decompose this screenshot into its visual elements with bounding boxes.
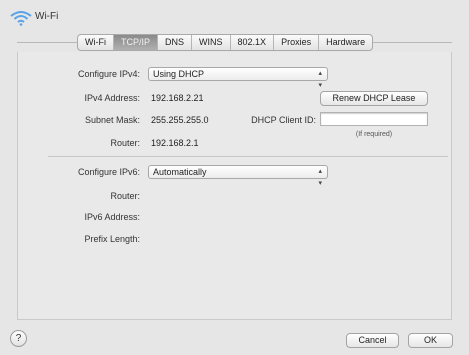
popup-arrows-icon: ▴ ▾	[318, 168, 322, 187]
network-advanced-sheet: Wi-Fi Wi-Fi TCP/IP DNS WINS 802.1X Proxi…	[0, 0, 469, 355]
configure-ipv6-popup[interactable]: Automatically ▴ ▾	[148, 165, 328, 187]
tcpip-panel: Configure IPv4: Using DHCP ▴ ▾ IPv4 Addre…	[17, 52, 452, 320]
ipv4-address-value: 192.168.2.21	[151, 93, 204, 103]
cancel-button[interactable]: Cancel	[346, 333, 399, 348]
configure-ipv4-label: Configure IPv4:	[77, 69, 140, 79]
ipv4-router-label: Router:	[110, 138, 140, 148]
subnet-mask-value: 255.255.255.0	[151, 115, 209, 125]
dhcp-client-id-label: DHCP Client ID:	[251, 115, 316, 125]
tab-hardware[interactable]: Hardware	[319, 35, 372, 50]
configure-ipv4-value: Using DHCP	[153, 69, 205, 79]
prefix-length-label: Prefix Length:	[84, 234, 140, 244]
configure-ipv6-value: Automatically	[153, 167, 207, 177]
dhcp-client-id-field[interactable]	[320, 112, 428, 126]
section-separator	[48, 156, 448, 157]
configure-ipv6-label: Configure IPv6:	[77, 167, 140, 177]
wifi-icon	[10, 11, 32, 26]
tab-wins[interactable]: WINS	[192, 35, 231, 50]
ipv6-router-label: Router:	[110, 191, 140, 201]
tab-proxies[interactable]: Proxies	[274, 35, 320, 50]
ok-button[interactable]: OK	[408, 333, 453, 348]
tab-8021x[interactable]: 802.1X	[231, 35, 275, 50]
subnet-mask-label: Subnet Mask:	[84, 115, 140, 125]
tab-tcpip[interactable]: TCP/IP	[114, 35, 159, 50]
ipv4-address-label: IPv4 Address:	[84, 93, 140, 103]
renew-dhcp-lease-button[interactable]: Renew DHCP Lease	[320, 91, 428, 106]
ipv4-router-value: 192.168.2.1	[151, 138, 199, 148]
popup-arrows-icon: ▴ ▾	[318, 70, 322, 89]
header-title: Wi-Fi	[35, 11, 59, 22]
tab-dns[interactable]: DNS	[158, 35, 193, 50]
help-button[interactable]: ?	[10, 330, 27, 347]
required-note: (If required)	[355, 131, 393, 138]
tab-bar: Wi-Fi TCP/IP DNS WINS 802.1X Proxies Har…	[77, 34, 374, 51]
tab-wifi[interactable]: Wi-Fi	[78, 35, 114, 50]
configure-ipv4-popup[interactable]: Using DHCP ▴ ▾	[148, 67, 328, 89]
ipv6-address-label: IPv6 Address:	[84, 212, 140, 222]
